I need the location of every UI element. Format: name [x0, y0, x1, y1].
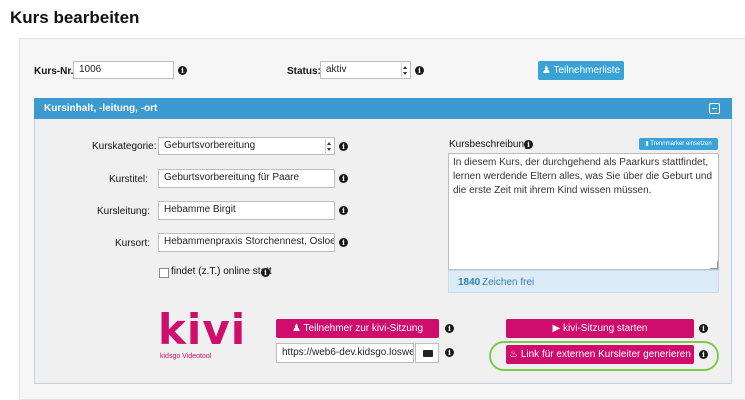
start-session-button[interactable]: ▶ kivi-Sitzung starten — [506, 319, 694, 338]
kursnr-label: Kurs-Nr. — [34, 66, 74, 77]
start-session-button-label: kivi-Sitzung starten — [563, 323, 648, 334]
briefcase-icon — [423, 350, 433, 357]
play-icon: ▶ — [552, 323, 561, 334]
external-link-button-label: Link für externen Kursleiter generieren — [520, 349, 691, 360]
kursleitung-input[interactable]: Hebamme Birgit — [158, 201, 335, 220]
select-arrows-icon — [325, 139, 333, 153]
kivi-logo: kivi — [158, 305, 247, 354]
panel-title: Kursinhalt, -leitung, -ort — [44, 103, 158, 114]
kursort-input[interactable]: Hebammenpraxis Storchennest, Osloer Stra… — [158, 233, 335, 252]
session-link-input[interactable]: https://web6-dev.kidsgo.loswebdev — [276, 343, 414, 363]
trennmarker-button[interactable]: ▮ Trennmarker einsetzen — [639, 138, 718, 150]
kurstitel-info-icon[interactable]: i — [339, 174, 348, 183]
kursort-info-icon[interactable]: i — [339, 238, 348, 247]
kurskategorie-label: Kurskategorie: — [92, 141, 157, 152]
collapse-icon[interactable] — [709, 103, 720, 114]
invite-info-icon[interactable]: i — [445, 324, 454, 333]
online-checkbox[interactable] — [159, 268, 169, 278]
user-icon: ♟ — [541, 65, 551, 76]
status-select[interactable]: aktiv — [320, 61, 411, 79]
online-info-icon[interactable]: i — [261, 268, 270, 277]
trennmarker-icon: ▮ — [645, 141, 649, 147]
invite-participants-button[interactable]: ♟ Teilnehmer zur kivi-Sitzung einladen — [276, 319, 439, 353]
kurskategorie-info-icon[interactable]: i — [339, 142, 348, 151]
status-select-value: aktiv — [326, 64, 347, 75]
user-icon: ♟ — [291, 323, 301, 334]
page-title: Kurs bearbeiten — [10, 8, 140, 27]
zeichen-counter: 1840 Zeichen frei — [448, 270, 719, 293]
status-label: Status: — [287, 66, 321, 77]
kurstitel-input[interactable]: Geburtsvorbereitung für Paare — [158, 169, 335, 188]
kursort-label: Kursort: — [115, 238, 151, 249]
online-label: findet (z.T.) online statt — [171, 266, 272, 277]
external-link-button[interactable]: ♨ Link für externen Kursleiter generiere… — [506, 345, 694, 364]
kurskategorie-value: Geburtsvorbereitung — [164, 140, 256, 151]
beschreibung-text: In diesem Kurs, der durchgehend als Paar… — [453, 157, 713, 196]
kursnr-info-icon[interactable]: i — [178, 66, 187, 75]
external-info-icon[interactable]: i — [699, 350, 708, 359]
teilnehmerliste-button-label: Teilnehmerliste — [553, 65, 621, 76]
kivi-logo-subtitle: kidsgo Videotool — [160, 353, 212, 360]
zeichen-count: 1840 — [458, 277, 481, 288]
kursleitung-info-icon[interactable]: i — [339, 206, 348, 215]
kurstitel-label: Kurstitel: — [109, 174, 148, 185]
beschreibung-info-icon[interactable]: i — [524, 140, 533, 149]
bell-icon: ♨ — [509, 349, 519, 360]
resize-handle[interactable] — [710, 261, 718, 269]
status-info-icon[interactable]: i — [415, 66, 424, 75]
select-arrows-icon — [401, 63, 409, 77]
start-info-icon[interactable]: i — [699, 324, 708, 333]
kursnr-input[interactable]: 1006 — [73, 61, 174, 79]
kursleitung-label: Kursleitung: — [97, 206, 150, 217]
link-info-icon[interactable]: i — [445, 348, 454, 357]
trennmarker-button-label: Trennmarker einsetzen — [650, 141, 712, 147]
beschreibung-label: Kursbeschreibung: — [449, 139, 533, 150]
teilnehmerliste-button[interactable]: ♟ Teilnehmerliste — [538, 61, 624, 80]
beschreibung-textarea[interactable]: In diesem Kurs, der durchgehend als Paar… — [448, 153, 719, 270]
kurskategorie-select[interactable]: Geburtsvorbereitung — [158, 137, 335, 155]
zeichen-label: Zeichen frei — [482, 277, 535, 288]
copy-link-button[interactable] — [415, 343, 439, 363]
